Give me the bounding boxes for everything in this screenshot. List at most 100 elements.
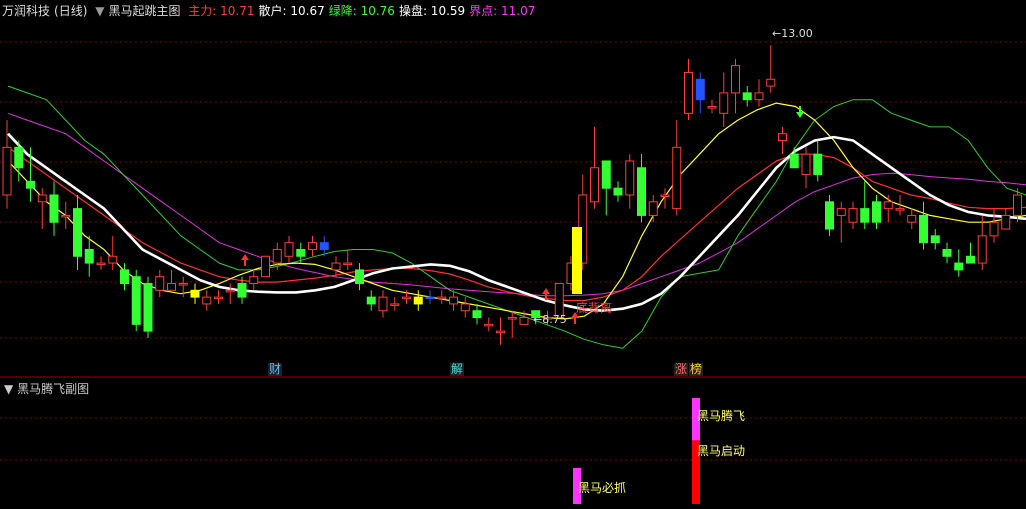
candle-body-68 (801, 153, 811, 176)
candle-body-82 (966, 255, 975, 264)
candle-body-25 (296, 248, 306, 257)
candle-body-20 (237, 283, 247, 298)
candle-body-70 (825, 201, 834, 230)
header-value-2: 绿降: 10.76 (328, 4, 395, 18)
sub-label-2: 黑马启动 (697, 444, 745, 458)
candle-body-21 (249, 276, 259, 285)
candle-body-84 (989, 221, 999, 237)
sub-label-1: 黑马腾飞 (697, 408, 745, 423)
candle-body-0 (2, 146, 12, 196)
candle-body-74 (872, 201, 881, 223)
candle-body-71 (836, 208, 846, 216)
candle-body-24 (284, 242, 294, 257)
event-marker-jie[interactable]: 解 (450, 363, 465, 376)
candle-body-58 (684, 71, 693, 114)
indicator-name[interactable]: 黑马起跳主图 (108, 4, 180, 18)
buy-arrow-icon-1 (241, 254, 249, 266)
header-bar: 万润科技 (日线) ▼ 黑马起跳主图 主力: 10.71 散户: 10.67 绿降: 1… (2, 2, 543, 19)
candle-body-29 (343, 262, 353, 266)
chart-canvas[interactable]: ←13.00 ←8.75 底背离 黑马必抓 黑马腾飞黑马启动 (0, 0, 1026, 509)
candle-body-28 (331, 262, 341, 271)
candle-body-75 (883, 201, 893, 210)
candle-body-3 (37, 194, 47, 203)
candle-body-56 (660, 194, 670, 197)
candle-body-8 (96, 262, 106, 266)
signal-bar-yellow (572, 227, 582, 294)
candle-body-30 (355, 269, 364, 284)
candle-body-40 (472, 310, 482, 319)
candle-body-1 (14, 146, 24, 169)
sub-panel-bars: 黑马必抓 黑马腾飞黑马启动 (573, 398, 745, 504)
collapse-icon[interactable]: ▼ (95, 4, 104, 18)
candle-body-50 (590, 167, 599, 203)
stock-name[interactable]: 万润科技 (2, 4, 50, 18)
candle-body-53 (625, 160, 635, 196)
candle-body-42 (496, 330, 505, 334)
candle-body-79 (930, 235, 940, 244)
sub-label-0: 黑马必抓 (578, 481, 626, 495)
header-value-1: 散户: 10.67 (258, 4, 325, 18)
candle-body-37 (437, 296, 447, 300)
candle-body-76 (895, 208, 905, 211)
candle-body-52 (613, 187, 623, 196)
indicator-values: 主力: 10.71 散户: 10.67 绿降: 10.76 操盘: 10.59 界点: … (188, 4, 539, 18)
high-price-label: ←13.00 (772, 27, 813, 40)
candle-body-38 (449, 296, 458, 305)
sub-panel-header: ▼ 黑马腾飞副图 (4, 380, 89, 397)
candle-body-62 (731, 65, 740, 94)
candle-body-78 (919, 214, 928, 244)
candles (2, 45, 1022, 345)
candle-body-33 (390, 303, 400, 306)
candle-body-34 (402, 296, 411, 300)
candle-body-54 (637, 167, 646, 216)
candle-body-80 (942, 248, 952, 257)
candle-body-26 (308, 242, 317, 250)
candle-body-59 (695, 78, 705, 101)
candle-body-4 (49, 194, 59, 223)
candle-body-77 (907, 214, 917, 223)
candle-body-23 (272, 248, 282, 264)
candle-body-69 (813, 153, 823, 176)
candle-body-39 (460, 303, 470, 312)
candle-body-72 (848, 208, 858, 223)
event-marker-bang[interactable]: 榜 (689, 363, 704, 376)
candle-body-35 (413, 296, 423, 305)
sub-panel-title[interactable]: 黑马腾飞副图 (17, 382, 89, 396)
candle-body-27 (319, 242, 329, 250)
period-label: (日线) (54, 4, 88, 18)
candle-body-41 (484, 323, 494, 327)
divergence-label: 底背离 (576, 300, 612, 315)
candle-body-60 (707, 106, 717, 109)
candle-body-5 (61, 214, 71, 218)
candle-body-61 (719, 92, 729, 114)
candle-body-73 (860, 208, 870, 223)
grid-lines (0, 41, 1026, 461)
header-value-4: 界点: 11.07 (469, 4, 536, 18)
header-value-0: 主力: 10.71 (188, 4, 255, 18)
candle-body-13 (155, 276, 165, 291)
candle-body-6 (73, 208, 82, 257)
candle-body-10 (120, 269, 129, 284)
candle-body-12 (143, 283, 153, 332)
candle-body-51 (601, 160, 611, 189)
header-value-3: 操盘: 10.59 (398, 4, 466, 18)
candle-body-36 (425, 296, 435, 300)
candle-body-66 (778, 133, 787, 142)
candle-body-17 (202, 296, 212, 305)
low-price-label: ←8.75 (533, 313, 567, 326)
candle-body-22 (261, 255, 270, 278)
candle-body-85 (1001, 214, 1011, 230)
candle-body-43 (507, 317, 517, 320)
candle-body-19 (225, 289, 235, 293)
candle-body-14 (167, 283, 176, 291)
candle-body-2 (26, 180, 35, 189)
candle-body-83 (977, 235, 987, 264)
signal-marks: ←13.00 ←8.75 底背离 (241, 27, 813, 326)
event-marker-cai[interactable]: 财 (268, 363, 283, 376)
candle-body-64 (754, 92, 764, 101)
candle-body-15 (178, 283, 188, 286)
collapse-icon[interactable]: ▼ (4, 382, 13, 396)
event-marker-zhang[interactable]: 涨 (674, 363, 689, 376)
candle-body-16 (190, 289, 200, 298)
candle-body-9 (108, 255, 118, 264)
